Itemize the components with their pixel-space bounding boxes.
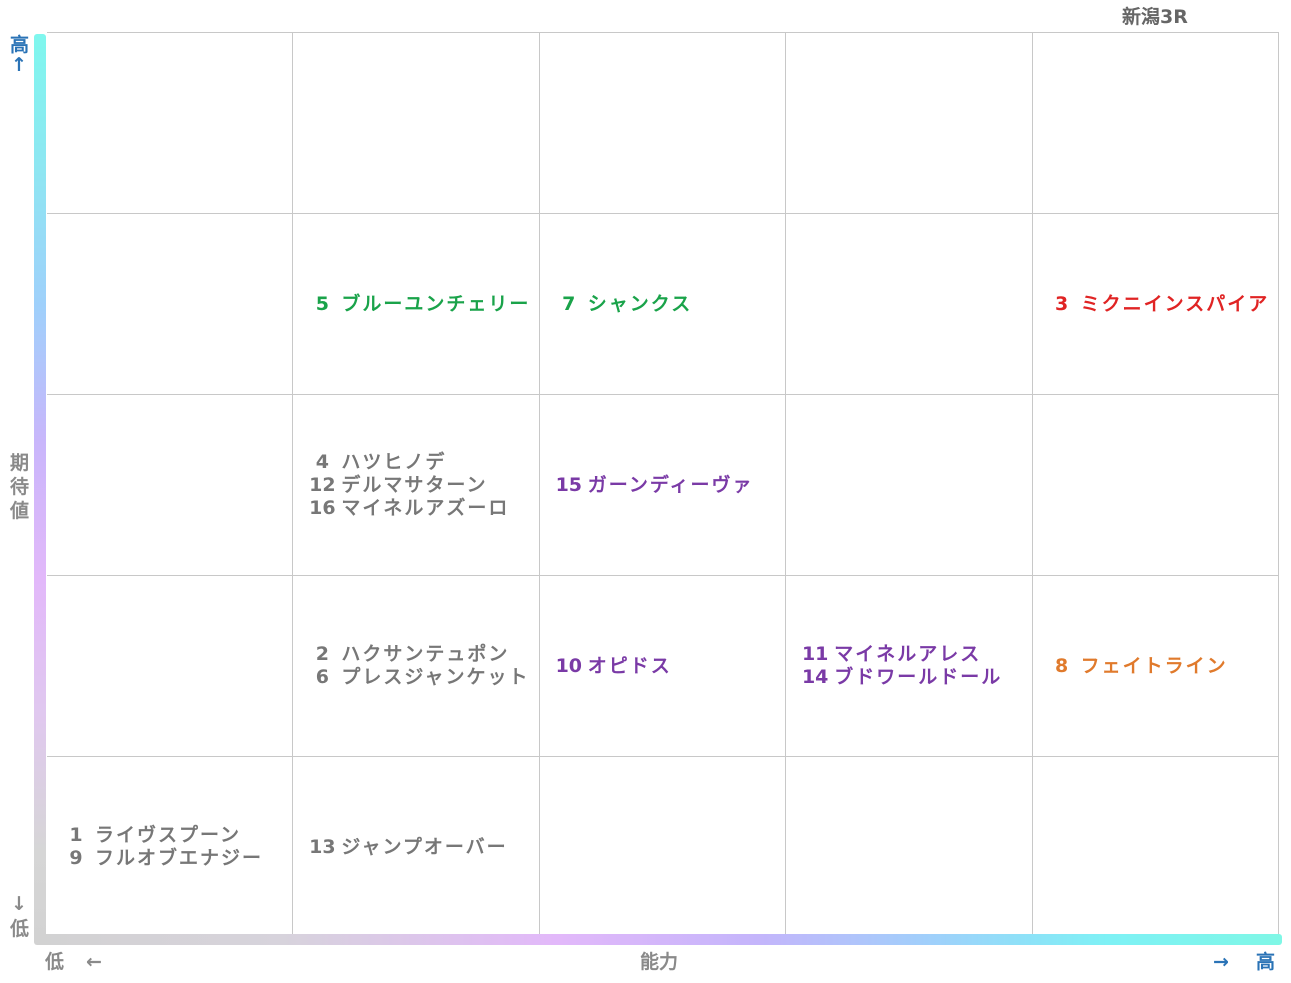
cell-entries: 7 シャンクス [540,293,692,316]
cell-entries: 11 マイネルアレス 14 ブドワールドール [786,643,1002,689]
horse-entry: 10 オピドス [550,655,672,678]
grid-cell-r1-c4 [786,32,1033,213]
grid-cell-r3-c1 [47,394,294,575]
grid-cell-r4-c1 [47,575,294,756]
horse-name: マイネルアズーロ [341,496,510,519]
x-axis-bar [34,934,1282,945]
horse-number: 8 [1054,654,1069,677]
horse-number: 11 [801,643,829,665]
horse-number: 15 [555,473,583,496]
horse-name: プレスジャンケット [341,666,530,688]
grid-cell-r4-c4: 11 マイネルアレス 14 ブドワールドール [786,575,1033,756]
horse-entry: 14 ブドワールドール [796,666,1002,689]
cell-entries: 2 ハクサンテュポン 6 プレスジャンケット [293,643,529,689]
horse-number: 10 [555,654,583,677]
grid-cell-r1-c2 [293,32,540,213]
horse-number: 14 [801,666,829,688]
horse-number: 1 [69,824,83,846]
grid-cell-r5-c4 [786,756,1033,937]
grid-cell-r4-c3: 10 オピドス [539,575,787,756]
horse-name: ブドワールドール [834,666,1003,688]
horse-number: 13 [309,835,336,858]
grid-cell-r1-c3 [539,32,787,213]
x-axis-left-arrow-icon: ← [86,951,102,973]
horse-name: ライヴスプーン [95,824,242,846]
y-axis-up-arrow-icon: ↑ [11,54,27,76]
horse-entry: 4 ハツヒノデ [303,451,509,474]
horse-entry: 11 マイネルアレス [796,643,1002,666]
y-axis-title-char-3: 値 [10,500,30,522]
matrix-grid: 5 ブルーユンチェリー 7 シャンクス 3 ミクニインスパイア 4 ハツヒノデ 12 デルマサター… [47,32,1279,937]
horse-entry: 7 シャンクス [550,293,692,316]
cell-entries: 13 ジャンプオーバー [293,836,507,859]
horse-entry: 2 ハクサンテュポン [303,643,529,666]
horse-number: 5 [315,292,329,315]
cell-entries: 8 フェイトライン [1033,655,1228,678]
horse-number: 3 [1054,292,1069,315]
horse-name: シャンクス [587,292,693,315]
grid-cell-r2-c1 [47,213,294,394]
horse-entry: 9 フルオブエナジー [57,847,263,870]
x-axis-title: 能力 [640,951,679,973]
chart-title: 新潟3R [1122,6,1188,28]
y-axis-bar [34,34,46,942]
horse-number: 7 [562,292,576,315]
horse-entry: 6 プレスジャンケット [303,666,529,689]
cell-entries: 4 ハツヒノデ 12 デルマサターン 16 マイネルアズーロ [293,451,509,520]
grid-cell-r2-c4 [786,213,1033,394]
horse-name: オピドス [587,654,672,677]
grid-cell-r5-c5 [1032,756,1279,937]
horse-entry: 5 ブルーユンチェリー [303,293,530,316]
horse-number: 4 [315,450,329,473]
grid-cell-r5-c2: 13 ジャンプオーバー [293,756,540,937]
cell-entries: 3 ミクニインスパイア [1033,293,1270,316]
grid-cell-r3-c5 [1032,394,1279,575]
cell-entries: 10 オピドス [540,655,672,678]
horse-name: ミクニインスパイア [1080,292,1270,315]
horse-name: ガーンディーヴァ [587,473,754,496]
horse-name: フェイトライン [1080,654,1228,677]
horse-name: ジャンプオーバー [341,835,508,858]
grid-cell-r4-c5: 8 フェイトライン [1032,575,1279,756]
horse-name: ブルーユンチェリー [341,292,531,315]
x-axis-low-label: 低 [45,951,65,973]
grid-cell-r5-c3 [539,756,787,937]
grid-cell-r1-c1 [47,32,294,213]
horse-name: ハツヒノデ [341,450,447,473]
grid-cell-r4-c2: 2 ハクサンテュポン 6 プレスジャンケット [293,575,540,756]
grid-cell-r1-c5 [1032,32,1279,213]
grid-cell-r2-c3: 7 シャンクス [539,213,787,394]
horse-entry: 3 ミクニインスパイア [1043,293,1270,316]
horse-entry: 12 デルマサターン [303,474,509,497]
horse-number: 2 [315,643,329,665]
horse-number: 12 [309,473,336,496]
horse-name: フルオブエナジー [95,847,264,869]
grid-cell-r2-c2: 5 ブルーユンチェリー [293,213,540,394]
horse-entry: 1 ライヴスプーン [57,824,263,847]
y-axis-title-char-2: 待 [10,476,30,498]
horse-number: 6 [315,666,329,688]
x-axis-high-label: 高 [1256,951,1276,973]
cell-entries: 1 ライヴスプーン 9 フルオブエナジー [47,824,263,870]
grid-cell-r3-c4 [786,394,1033,575]
horse-number: 9 [69,847,83,869]
grid-cell-r2-c5: 3 ミクニインスパイア [1032,213,1279,394]
x-axis-right-arrow-icon: → [1213,951,1229,973]
horse-name: ハクサンテュポン [341,643,510,665]
grid-cell-r3-c3: 15 ガーンディーヴァ [539,394,787,575]
horse-entry: 15 ガーンディーヴァ [550,474,754,497]
horse-name: デルマサターン [341,473,488,496]
cell-entries: 15 ガーンディーヴァ [540,474,754,497]
cell-entries: 5 ブルーユンチェリー [293,293,530,316]
grid-cell-r3-c2: 4 ハツヒノデ 12 デルマサターン 16 マイネルアズーロ [293,394,540,575]
horse-entry: 16 マイネルアズーロ [303,497,509,520]
horse-number: 16 [309,496,336,519]
grid-cell-r5-c1: 1 ライヴスプーン 9 フルオブエナジー [47,756,294,937]
y-axis-down-arrow-icon: ↓ [11,893,27,915]
y-axis-low-label: 低 [10,918,30,940]
horse-name: マイネルアレス [834,643,982,665]
y-axis-title-char-1: 期 [10,452,30,474]
horse-entry: 8 フェイトライン [1043,655,1228,678]
horse-entry: 13 ジャンプオーバー [303,836,507,859]
